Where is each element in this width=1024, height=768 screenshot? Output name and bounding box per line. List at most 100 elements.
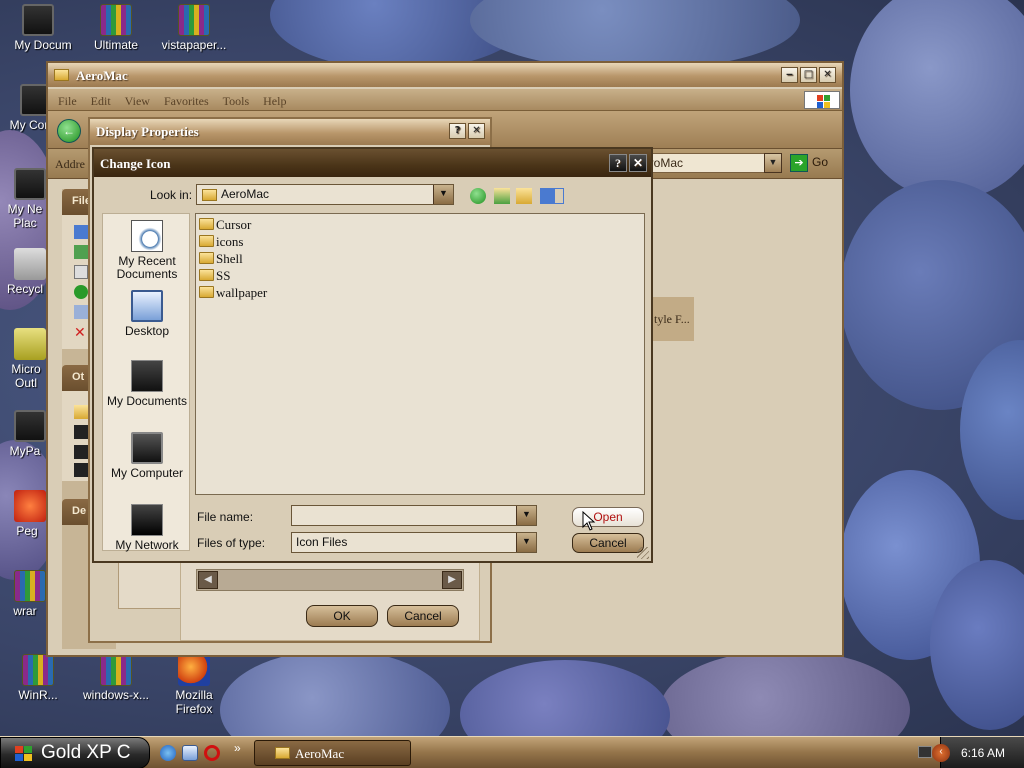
file-item[interactable]: tyle F... — [652, 297, 694, 341]
my-documents-icon — [131, 360, 163, 392]
desktop-icon-outlook[interactable]: Micro Outl — [0, 328, 46, 390]
my-network-places-icon — [14, 168, 46, 200]
resize-grip[interactable] — [637, 547, 649, 559]
change-icon-titlebar[interactable]: Change Icon ? ✕ — [94, 149, 651, 177]
desktop-icon-vistapaper[interactable]: vistapaper... — [156, 4, 232, 52]
folder-icon[interactable] — [74, 405, 88, 419]
close-button[interactable]: ✕ — [468, 123, 485, 139]
new-folder-icon[interactable] — [516, 188, 532, 204]
file-item-icons[interactable]: icons — [199, 234, 243, 250]
desktop-icon-label: MyPa — [9, 444, 41, 458]
show-desktop-icon[interactable] — [182, 745, 198, 761]
file-item-cursor[interactable]: Cursor — [199, 217, 251, 233]
internet-explorer-icon[interactable] — [160, 745, 176, 761]
place-my-network[interactable]: My Network — [103, 504, 191, 552]
place-desktop[interactable]: Desktop — [103, 290, 191, 338]
quick-launch-chevron[interactable]: » — [234, 741, 241, 755]
place-my-recent-documents[interactable]: My Recent Documents — [103, 220, 191, 281]
file-name-input[interactable]: ▼ — [291, 505, 537, 526]
task-icon[interactable] — [74, 245, 88, 259]
look-in-label: Look in: — [150, 188, 193, 202]
file-list[interactable]: Cursor icons Shell SS wallpaper — [195, 213, 645, 495]
display-properties-titlebar[interactable]: Display Properties ? ✕ — [90, 119, 490, 145]
desktop-icon-peg[interactable]: Peg — [0, 490, 46, 538]
wallpaper-stone — [460, 660, 670, 736]
desktop-icon-mypa[interactable]: MyPa — [0, 410, 46, 458]
desktop-icon-ultimate[interactable]: Ultimate — [78, 4, 154, 52]
opera-icon[interactable] — [204, 745, 220, 761]
desktop-icon-winrar[interactable]: WinR... — [0, 654, 76, 702]
explorer-titlebar[interactable]: AeroMac ‒ □ ✕ — [48, 63, 842, 87]
windows-logo-icon — [15, 746, 33, 762]
place-my-documents[interactable]: My Documents — [103, 360, 191, 408]
cancel-button[interactable]: Cancel — [387, 605, 459, 627]
recycle-bin-icon — [14, 248, 46, 280]
minimize-button[interactable]: ‒ — [781, 67, 798, 83]
files-of-type-select[interactable]: Icon Files ▼ — [291, 532, 537, 553]
outlook-icon — [14, 328, 46, 360]
my-network-places-icon — [131, 504, 163, 536]
ok-button[interactable]: OK — [306, 605, 378, 627]
desktop-icon-label: wrar — [13, 604, 37, 618]
start-button[interactable]: Gold XP C — [0, 737, 150, 768]
go-button[interactable]: ➔ Go — [790, 154, 842, 174]
task-icon[interactable] — [74, 305, 88, 319]
delete-icon[interactable]: ✕ — [74, 325, 88, 339]
scroll-right-icon[interactable]: ▶ — [442, 571, 462, 589]
my-computer-icon[interactable] — [74, 445, 88, 459]
my-network-places-icon[interactable] — [74, 463, 88, 477]
chevron-down-icon[interactable]: ▼ — [764, 153, 782, 173]
start-label: Gold XP C — [41, 742, 131, 763]
chevron-down-icon[interactable]: ▼ — [433, 185, 453, 204]
back-arrow-icon[interactable] — [470, 188, 486, 204]
file-label: icons — [216, 234, 244, 249]
view-menu-icon[interactable] — [540, 188, 564, 204]
desktop-icon-windows-x[interactable]: windows-x... — [78, 654, 154, 702]
scroll-left-icon[interactable]: ◀ — [198, 571, 218, 589]
place-my-computer[interactable]: My Computer — [103, 432, 191, 480]
my-documents-icon[interactable] — [74, 425, 88, 439]
tray-expand-icon[interactable]: ‹ — [932, 744, 950, 762]
folder-icon — [199, 286, 214, 298]
desktop-icon-wrar[interactable]: wrar — [0, 570, 46, 618]
back-arrow-icon[interactable]: ← — [57, 119, 81, 143]
file-item-wallpaper[interactable]: wallpaper — [199, 285, 267, 301]
help-button[interactable]: ? — [609, 154, 627, 172]
chevron-down-icon[interactable]: ▼ — [516, 506, 536, 525]
up-folder-icon[interactable] — [494, 188, 510, 204]
chevron-down-icon[interactable]: ▼ — [516, 533, 536, 552]
address-label: Addre — [55, 157, 85, 171]
file-name-label: File name: — [197, 510, 254, 524]
winrar-archive-icon — [22, 654, 54, 686]
horizontal-scrollbar[interactable]: ◀ ▶ — [196, 569, 464, 591]
look-in-select[interactable]: AeroMac ▼ — [196, 184, 454, 205]
desktop-icon-firefox[interactable]: Mozilla Firefox — [156, 654, 232, 716]
maximize-button[interactable]: □ — [800, 67, 817, 83]
cancel-button[interactable]: Cancel — [572, 533, 644, 553]
folder-icon — [202, 189, 217, 201]
wallpaper-stone — [470, 0, 800, 70]
desktop-icon-label: Peg — [16, 524, 38, 538]
task-icon[interactable] — [74, 225, 88, 239]
file-item-shell[interactable]: Shell — [199, 251, 243, 267]
keyboard-icon[interactable] — [918, 746, 932, 758]
help-button[interactable]: ? — [449, 123, 466, 139]
task-icon[interactable] — [74, 285, 88, 299]
desktop-icon-label: Ultimate — [93, 38, 138, 52]
task-icon[interactable] — [74, 265, 88, 279]
files-of-type-label: Files of type: — [197, 536, 266, 550]
desktop-icon-my-network[interactable]: My Ne Plac — [0, 168, 46, 230]
wallpaper-stone — [850, 0, 1024, 200]
file-item-ss[interactable]: SS — [199, 268, 230, 284]
wallpaper-stone — [220, 650, 450, 736]
desktop-icon-label: My Ne Plac — [7, 202, 43, 230]
desktop-icon-recycle-bin[interactable]: Recycl — [0, 248, 46, 296]
close-button[interactable]: ✕ — [819, 67, 836, 83]
menu-bar: File Edit View Favorites Tools Help — [48, 89, 842, 111]
close-button[interactable]: ✕ — [629, 154, 647, 172]
taskbar-button-aeromac[interactable]: AeroMac — [254, 740, 411, 766]
address-input[interactable]: eroMac — [638, 153, 774, 173]
clock[interactable]: 6:16 AM — [961, 746, 1005, 760]
desktop-icon-my-documents[interactable]: My Docum — [0, 4, 76, 52]
places-bar: My Recent Documents Desktop My Documents… — [102, 213, 191, 552]
